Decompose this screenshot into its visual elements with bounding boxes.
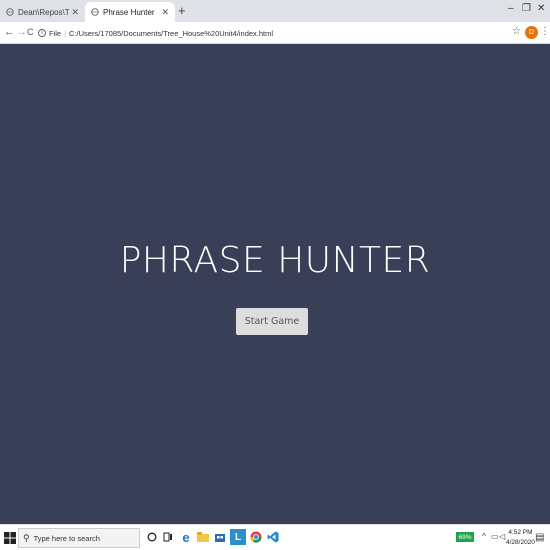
- battery-indicator[interactable]: 69%: [456, 532, 474, 542]
- close-icon[interactable]: ✕: [161, 7, 169, 18]
- search-icon: ⚲: [23, 532, 30, 543]
- profile-avatar[interactable]: D: [525, 26, 538, 39]
- chevron-up-icon[interactable]: ^: [482, 532, 486, 541]
- close-icon[interactable]: ✕: [71, 7, 79, 18]
- start-game-button[interactable]: Start Game: [236, 308, 308, 335]
- volume-icon[interactable]: ◁: [499, 532, 505, 541]
- tab-repo[interactable]: Dean\Repos\Treehouse-project ✕: [0, 2, 85, 22]
- file-explorer-icon[interactable]: [195, 529, 211, 545]
- reload-button[interactable]: C: [27, 27, 34, 37]
- globe-icon: [6, 8, 14, 16]
- info-icon[interactable]: i: [38, 29, 46, 37]
- url-text: C:/Users/17085/Documents/Tree_House%20Un…: [69, 28, 274, 38]
- bookmark-star-icon[interactable]: ☆: [512, 26, 521, 37]
- tab-bar: Dean\Repos\Treehouse-project ✕ Phrase Hu…: [0, 0, 550, 22]
- browser-toolbar: ← → C i File | C:/Users/17085/Documents/…: [0, 22, 550, 44]
- lync-icon[interactable]: L: [230, 529, 246, 545]
- edge-icon[interactable]: e: [178, 529, 194, 545]
- network-icon[interactable]: ▭: [491, 532, 499, 541]
- clock-time: 4:52 PM: [508, 529, 533, 536]
- notification-icon[interactable]: ▤: [535, 532, 544, 543]
- taskbar-search-input[interactable]: ⚲ Type here to search: [18, 528, 140, 548]
- page-title: PHRASE HUNTER: [119, 240, 431, 281]
- search-placeholder: Type here to search: [33, 533, 100, 543]
- globe-icon: [91, 8, 99, 16]
- tab-title: Dean\Repos\Treehouse-project: [18, 7, 70, 17]
- tab-phrase-hunter[interactable]: Phrase Hunter ✕: [85, 2, 175, 22]
- clock-date: 4/28/2020: [506, 539, 535, 546]
- forward-button[interactable]: →: [16, 26, 27, 38]
- maximize-button[interactable]: ❐: [522, 3, 531, 14]
- windows-taskbar: ⚲ Type here to search e L 69% ^ ▭ ◁ 4:52…: [0, 524, 550, 550]
- close-window-button[interactable]: ✕: [537, 3, 545, 14]
- menu-icon[interactable]: ⋮: [540, 26, 550, 37]
- system-clock[interactable]: 4:52 PM 4/28/2020: [506, 528, 535, 548]
- scheme-label: File: [49, 28, 62, 38]
- vscode-icon[interactable]: [265, 529, 281, 545]
- minimize-button[interactable]: –: [508, 3, 514, 14]
- tab-title: Phrase Hunter: [103, 7, 155, 17]
- back-button[interactable]: ←: [4, 26, 15, 38]
- chrome-icon[interactable]: [248, 529, 264, 545]
- new-tab-button[interactable]: +: [178, 3, 186, 18]
- task-view-icon[interactable]: [160, 529, 176, 545]
- address-bar[interactable]: i File | C:/Users/17085/Documents/Tree_H…: [38, 25, 508, 41]
- cortana-icon[interactable]: [144, 529, 160, 545]
- windows-start-icon[interactable]: [4, 532, 16, 544]
- page-viewport: PHRASE HUNTER Start Game: [0, 44, 550, 524]
- divider: |: [64, 28, 67, 38]
- store-icon[interactable]: [212, 529, 228, 545]
